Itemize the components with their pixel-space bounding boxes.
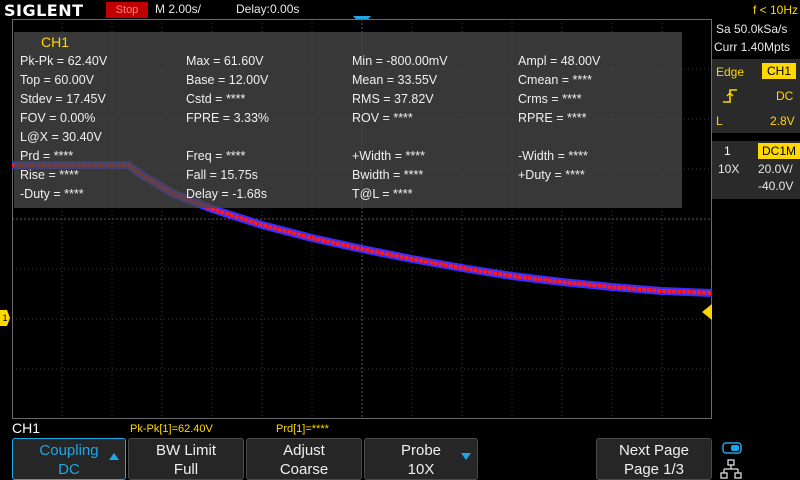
- meas-neg-duty: -Duty = ****: [20, 187, 84, 201]
- meas-freq: Freq = ****: [186, 149, 246, 163]
- meas-fov: FOV = 0.00%: [20, 111, 96, 125]
- meas-base: Base = 12.00V: [186, 73, 269, 87]
- sample-rate: Sa 50.0kSa/s: [716, 22, 788, 36]
- status-period: Prd[1]=****: [276, 423, 329, 435]
- channel-coupling-badge: DC1M: [758, 143, 800, 159]
- softkey-coupling[interactable]: Coupling DC: [12, 438, 126, 480]
- softkey-bw-limit-value: Full: [173, 461, 199, 478]
- active-channel-label: CH1: [12, 420, 41, 436]
- meas-delay: Delay = -1.68s: [186, 187, 267, 201]
- softkey-probe-value: 10X: [407, 461, 435, 478]
- meas-max: Max = 61.60V: [186, 54, 264, 68]
- meas-bwidth: Bwidth = ****: [352, 168, 424, 182]
- meas-cstd: Cstd = ****: [186, 92, 246, 106]
- softkey-next-page-value: Page 1/3: [623, 461, 685, 478]
- meas-ampl: Ampl = 48.00V: [518, 54, 601, 68]
- softkey-next-page[interactable]: Next Page Page 1/3: [596, 438, 712, 480]
- meas-pkpk: Pk-Pk = 62.40V: [20, 54, 108, 68]
- status-pkpk: Pk-Pk[1]=62.40V: [130, 423, 213, 435]
- meas-time-at-level: T@L = ****: [352, 187, 413, 201]
- channel-volts-per-div: 20.0V/: [758, 162, 793, 176]
- connectivity-icons: [720, 442, 742, 479]
- meas-rms: RMS = 37.82V: [352, 92, 434, 106]
- meas-pos-width: +Width = ****: [352, 149, 425, 163]
- softkey-bw-limit-label: BW Limit: [156, 442, 216, 459]
- meas-stdev: Stdev = 17.45V: [20, 92, 106, 106]
- timebase-readout[interactable]: M 2.00s/: [155, 2, 201, 16]
- trigger-level-marker-icon[interactable]: [702, 304, 712, 320]
- channel-offset: -40.0V: [758, 179, 794, 193]
- meas-rpre: RPRE = ****: [518, 111, 587, 125]
- meas-cmean: Cmean = ****: [518, 73, 592, 87]
- network-icon: [720, 459, 742, 479]
- frequency-counter: f < 10Hz: [752, 3, 798, 17]
- trigger-level-value: 2.8V: [770, 114, 795, 128]
- measurement-panel: CH1 Pk-Pk = 62.40V Max = 61.60V Min = -8…: [14, 32, 682, 208]
- meas-pos-duty: +Duty = ****: [518, 168, 585, 182]
- softkey-adjust[interactable]: Adjust Coarse: [246, 438, 362, 480]
- run-stop-status[interactable]: Stop: [106, 2, 148, 18]
- chevron-up-icon: [109, 453, 119, 460]
- trigger-level-label: L: [716, 114, 723, 128]
- channel-probe-ratio: 10X: [718, 162, 740, 176]
- meas-neg-width: -Width = ****: [518, 149, 588, 163]
- meas-crms: Crms = ****: [518, 92, 582, 106]
- trigger-source-badge: CH1: [762, 63, 797, 79]
- softkey-next-page-label: Next Page: [618, 442, 690, 459]
- toggle-icon: [722, 442, 742, 454]
- right-info-panel: Sa 50.0kSa/s Curr 1.40Mpts Edge CH1 DC L…: [712, 19, 800, 420]
- softkey-bw-limit[interactable]: BW Limit Full: [128, 438, 244, 480]
- chevron-down-icon: [461, 453, 471, 460]
- delay-readout[interactable]: Delay:0.00s: [236, 2, 299, 16]
- softkey-adjust-label: Adjust: [283, 442, 325, 459]
- trigger-type: Edge: [716, 65, 745, 79]
- softkey-probe[interactable]: Probe 10X: [364, 438, 478, 480]
- softkey-adjust-value: Coarse: [279, 461, 329, 478]
- memory-depth: Curr 1.40Mpts: [714, 40, 791, 54]
- meas-top: Top = 60.00V: [20, 73, 95, 87]
- channel-number: 1: [724, 144, 731, 158]
- meas-min: Min = -800.00mV: [352, 54, 448, 68]
- meas-rise: Rise = ****: [20, 168, 79, 182]
- meas-prd: Prd = ****: [20, 149, 74, 163]
- meas-rov: ROV = ****: [352, 111, 413, 125]
- measurement-panel-title: CH1: [41, 34, 70, 50]
- status-line: [0, 420, 800, 438]
- brand-logo: SIGLENT: [4, 1, 84, 20]
- rising-edge-icon: [723, 89, 737, 103]
- softkey-coupling-value: DC: [58, 461, 80, 478]
- meas-fpre: FPRE = 3.33%: [186, 111, 270, 125]
- meas-mean: Mean = 33.55V: [352, 73, 438, 87]
- trigger-coupling: DC: [776, 89, 794, 103]
- ch1-offset-marker[interactable]: 1: [0, 310, 10, 326]
- meas-level-at-x: L@X = 30.40V: [20, 130, 102, 144]
- meas-fall: Fall = 15.75s: [186, 168, 258, 182]
